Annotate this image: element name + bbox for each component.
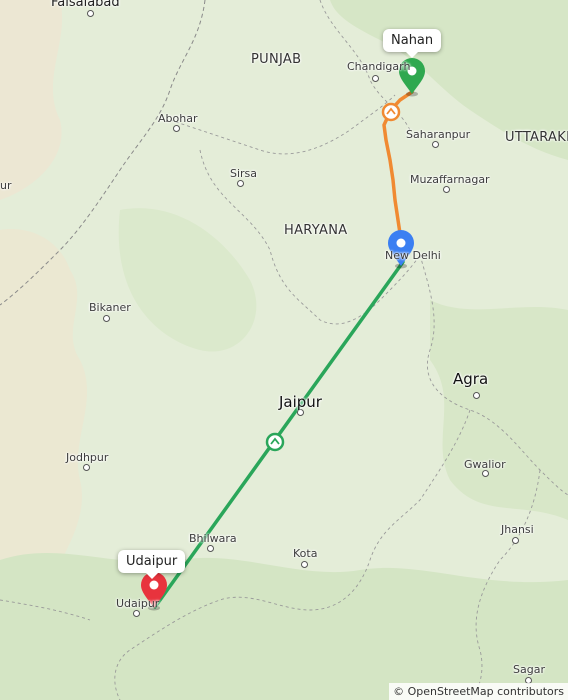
city-dot-muzaffarnagar xyxy=(443,186,450,193)
label-jhansi: Jhansi xyxy=(501,523,534,536)
city-dot-udaipur xyxy=(133,610,140,617)
city-dot-bikaner xyxy=(103,315,110,322)
route-2-badge[interactable] xyxy=(265,432,285,452)
label-uttarakhand: UTTARAKH xyxy=(505,130,568,145)
label-agra: Agra xyxy=(453,370,489,388)
label-sagar: Sagar xyxy=(513,663,545,676)
city-dot-chandigarh xyxy=(372,75,379,82)
label-chandigarh: Chandigarh xyxy=(347,60,411,73)
map-attribution[interactable]: © OpenStreetMap contributors xyxy=(389,683,568,700)
label-bikaner: Bikaner xyxy=(89,301,131,314)
city-dot-bhilwara xyxy=(207,545,214,552)
label-faisalabad: Faisalabad xyxy=(51,0,120,10)
label-left-edge: ur xyxy=(0,179,12,192)
end-marker-callout[interactable]: Udaipur xyxy=(118,550,186,579)
city-dot-kota xyxy=(301,561,308,568)
start-marker-callout[interactable]: Nahan xyxy=(383,29,442,58)
label-haryana: HARYANA xyxy=(284,223,348,238)
city-dot-faisalabad xyxy=(87,10,94,17)
map-canvas[interactable] xyxy=(0,0,568,700)
city-dot-gwalior xyxy=(482,470,489,477)
label-bhilwara: Bhilwara xyxy=(189,532,237,545)
label-new-delhi: New Delhi xyxy=(385,249,441,262)
label-gwalior: Gwalior xyxy=(464,458,506,471)
route-1-badge[interactable] xyxy=(381,102,401,122)
city-dot-saharanpur xyxy=(432,141,439,148)
label-jodhpur: Jodhpur xyxy=(66,451,109,464)
label-udaipur: Udaipur xyxy=(116,597,160,610)
city-dot-jhansi xyxy=(512,537,519,544)
label-kota: Kota xyxy=(293,547,318,560)
city-dot-sirsa xyxy=(237,180,244,187)
label-muzaffarnagar: Muzaffarnagar xyxy=(410,173,490,186)
city-dot-agra xyxy=(473,392,480,399)
city-dot-abohar xyxy=(173,125,180,132)
city-dot-jodhpur xyxy=(83,464,90,471)
label-sirsa: Sirsa xyxy=(230,167,258,180)
label-saharanpur: Saharanpur xyxy=(406,128,471,141)
label-jaipur: Jaipur xyxy=(279,393,322,411)
label-abohar: Abohar xyxy=(158,112,198,125)
label-punjab: PUNJAB xyxy=(251,52,302,67)
